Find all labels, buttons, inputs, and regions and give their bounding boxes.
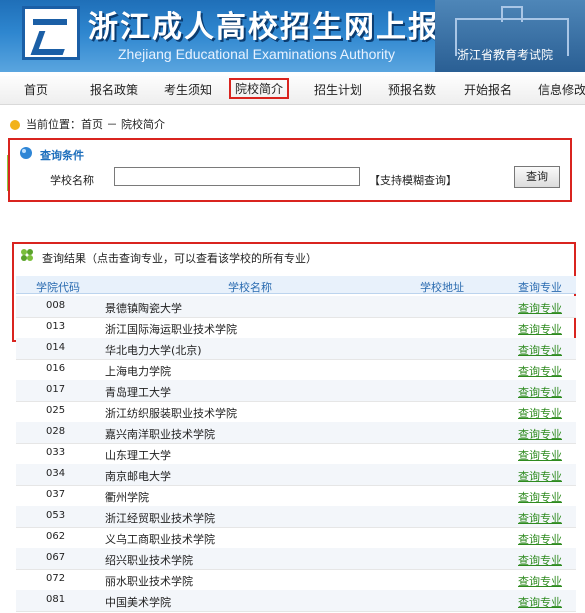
- query-major-link[interactable]: 查询专业: [518, 468, 562, 484]
- college-code: 008: [46, 300, 66, 311]
- table-row: 016 上海电力学院 查询专业: [16, 359, 576, 381]
- nav-item-colleges[interactable]: 院校简介: [229, 78, 290, 99]
- query-major-link[interactable]: 查询专业: [518, 321, 562, 337]
- col-address: 学校地址: [420, 281, 464, 294]
- table-row: 014 华北电力大学(北京) 查询专业: [16, 338, 576, 360]
- college-name: 浙江纺织服装职业技术学院: [105, 407, 237, 420]
- logo-icon: [22, 6, 80, 60]
- query-major-link[interactable]: 查询专业: [518, 426, 562, 442]
- college-code: 033: [46, 447, 66, 458]
- main-nav: 首页 报名政策 考生须知 院校简介 招生计划 预报名数 开始报名 信息修改: [0, 76, 585, 105]
- nav-item-home[interactable]: 首页: [24, 81, 48, 98]
- col-query-major: 查询专业: [518, 281, 562, 294]
- college-code: 017: [46, 384, 66, 395]
- breadcrumb-arrow-icon: [10, 120, 20, 130]
- table-row: 025 浙江纺织服装职业技术学院 查询专业: [16, 401, 576, 423]
- query-major-link[interactable]: 查询专业: [518, 342, 562, 358]
- school-name-label: 学校名称: [50, 174, 94, 187]
- college-name: 上海电力学院: [105, 365, 171, 378]
- college-name: 浙江国际海运职业技术学院: [105, 323, 237, 336]
- fuzzy-search-hint: 【支持模糊查询】: [369, 174, 457, 187]
- breadcrumb-text: 当前位置：首页 － 院校简介: [26, 118, 165, 131]
- college-name: 绍兴职业技术学院: [105, 554, 193, 567]
- college-code: 028: [46, 426, 66, 437]
- school-name-input[interactable]: [114, 167, 360, 186]
- nav-item-start-register[interactable]: 开始报名: [464, 81, 512, 98]
- breadcrumb: 当前位置：首页 － 院校简介: [10, 116, 165, 132]
- query-major-link[interactable]: 查询专业: [518, 300, 562, 316]
- table-row: 008 景德镇陶瓷大学 查询专业: [16, 296, 576, 318]
- col-name: 学校名称: [228, 281, 272, 294]
- college-name: 义乌工商职业技术学院: [105, 533, 215, 546]
- nav-item-notice[interactable]: 考生须知: [164, 81, 212, 98]
- query-major-link[interactable]: 查询专业: [518, 594, 562, 610]
- college-code: 014: [46, 342, 66, 353]
- college-code: 025: [46, 405, 66, 416]
- table-row: 028 嘉兴南洋职业技术学院 查询专业: [16, 422, 576, 444]
- nav-item-prereg-count[interactable]: 预报名数: [388, 81, 436, 98]
- col-code: 学院代码: [36, 281, 80, 294]
- college-name: 景德镇陶瓷大学: [105, 302, 182, 315]
- query-major-link[interactable]: 查询专业: [518, 573, 562, 589]
- college-code: 053: [46, 510, 66, 521]
- query-button[interactable]: 查询: [514, 166, 560, 188]
- table-row: 072 丽水职业技术学院 查询专业: [16, 569, 576, 591]
- college-code: 016: [46, 363, 66, 374]
- table-row: 053 浙江经贸职业技术学院 查询专业: [16, 506, 576, 528]
- table-row: 081 中国美术学院 查询专业: [16, 590, 576, 612]
- site-title: 浙江成人高校招生网上报名: [88, 10, 472, 45]
- query-major-link[interactable]: 查询专业: [518, 384, 562, 400]
- results-leaf-icon: [21, 249, 33, 261]
- nav-item-plan[interactable]: 招生计划: [314, 81, 362, 98]
- college-name: 南京邮电大学: [105, 470, 171, 483]
- query-major-link[interactable]: 查询专业: [518, 531, 562, 547]
- college-code: 037: [46, 489, 66, 500]
- table-row: 067 绍兴职业技术学院 查询专业: [16, 548, 576, 570]
- query-major-link[interactable]: 查询专业: [518, 447, 562, 463]
- college-name: 青岛理工大学: [105, 386, 171, 399]
- nav-item-edit-info[interactable]: 信息修改: [538, 81, 585, 98]
- college-name: 嘉兴南洋职业技术学院: [105, 428, 215, 441]
- table-row: 034 南京邮电大学 查询专业: [16, 464, 576, 486]
- college-name: 中国美术学院: [105, 596, 171, 609]
- college-code: 013: [46, 321, 66, 332]
- query-icon: [20, 147, 32, 159]
- college-name: 丽水职业技术学院: [105, 575, 193, 588]
- results-table-header: 学院代码 学校名称 学校地址 查询专业: [16, 276, 576, 294]
- college-code: 081: [46, 594, 66, 605]
- table-row: 062 义乌工商职业技术学院 查询专业: [16, 527, 576, 549]
- college-name: 山东理工大学: [105, 449, 171, 462]
- query-major-link[interactable]: 查询专业: [518, 363, 562, 379]
- header-banner: 浙江成人高校招生网上报名 Zhejiang Educational Examin…: [0, 0, 585, 72]
- org-name: 浙江省教育考试院: [456, 48, 553, 62]
- college-code: 067: [46, 552, 66, 563]
- college-name: 衢州学院: [105, 491, 149, 504]
- query-major-link[interactable]: 查询专业: [518, 510, 562, 526]
- table-row: 017 青岛理工大学 查询专业: [16, 380, 576, 402]
- college-code: 072: [46, 573, 66, 584]
- college-code: 034: [46, 468, 66, 479]
- nav-item-policy[interactable]: 报名政策: [90, 81, 138, 98]
- table-row: 037 衢州学院 查询专业: [16, 485, 576, 507]
- query-title: 查询条件: [40, 149, 84, 162]
- results-title: 查询结果（点击查询专业，可以查看该学校的所有专业）: [42, 252, 317, 265]
- table-row: 033 山东理工大学 查询专业: [16, 443, 576, 465]
- college-name: 浙江经贸职业技术学院: [105, 512, 215, 525]
- query-major-link[interactable]: 查询专业: [518, 552, 562, 568]
- table-row: 013 浙江国际海运职业技术学院 查询专业: [16, 317, 576, 339]
- college-name: 华北电力大学(北京): [105, 344, 202, 357]
- college-code: 062: [46, 531, 66, 542]
- site-subtitle: Zhejiang Educational Examinations Author…: [118, 46, 396, 62]
- query-major-link[interactable]: 查询专业: [518, 489, 562, 505]
- query-major-link[interactable]: 查询专业: [518, 405, 562, 421]
